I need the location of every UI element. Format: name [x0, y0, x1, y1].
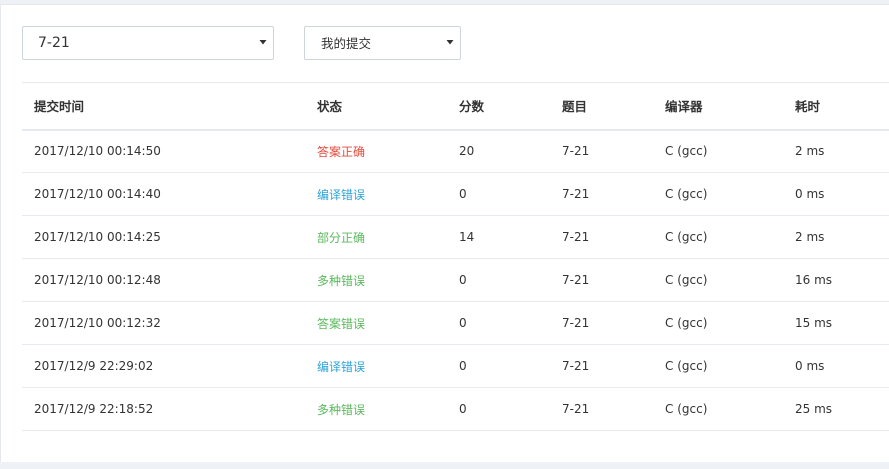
submission-time: 2017/12/9 22:18:52	[34, 402, 154, 416]
submission-time: 2017/12/10 00:14:25	[34, 230, 161, 244]
problem-link[interactable]: 7-21	[550, 216, 653, 259]
submission-compiler: C (gcc)	[665, 402, 708, 416]
submission-time: 2017/12/10 00:14:40	[34, 187, 161, 201]
submissions-table: 提交时间 状态 分数 题目 编译器 耗时 2017/12/10 00:14:50…	[22, 82, 889, 431]
submission-elapsed: 2 ms	[795, 144, 825, 159]
submission-score: 0	[459, 402, 467, 416]
submission-time: 2017/12/10 00:14:50	[34, 144, 161, 159]
column-header-status: 状态	[305, 82, 447, 131]
submission-elapsed: 0 ms	[795, 359, 825, 373]
submission-time: 2017/12/9 22:29:02	[34, 359, 154, 373]
submission-compiler: C (gcc)	[665, 359, 708, 373]
submission-score: 20	[459, 144, 475, 159]
submission-compiler: C (gcc)	[665, 187, 708, 201]
table-row: 2017/12/9 22:18:52 多种错误 0 7-21 C (gcc) 2…	[22, 388, 889, 431]
submission-elapsed: 0 ms	[795, 187, 825, 201]
submission-elapsed: 15 ms	[795, 316, 833, 330]
submission-status[interactable]: 编译错误	[305, 173, 447, 216]
submission-score: 0	[459, 187, 467, 201]
column-header-compiler: 编译器	[653, 82, 783, 131]
problem-link[interactable]: 7-21	[550, 302, 653, 345]
submission-compiler: C (gcc)	[665, 230, 708, 244]
table-row: 2017/12/10 00:14:25 部分正确 14 7-21 C (gcc)…	[22, 216, 889, 259]
problem-link[interactable]: 7-21	[550, 259, 653, 302]
column-header-time: 提交时间	[22, 82, 305, 131]
submission-score: 0	[459, 273, 467, 287]
submission-status[interactable]: 部分正确	[305, 216, 447, 259]
submission-status[interactable]: 多种错误	[305, 388, 447, 431]
submission-elapsed: 2 ms	[795, 230, 825, 244]
chevron-down-icon	[446, 40, 454, 45]
problem-link[interactable]: 7-21	[550, 130, 653, 173]
table-row: 2017/12/10 00:14:50 答案正确 20 7-21 C (gcc)…	[22, 130, 889, 173]
table-header-row: 提交时间 状态 分数 题目 编译器 耗时	[22, 82, 889, 131]
chevron-down-icon	[259, 40, 267, 45]
submission-status[interactable]: 答案正确	[305, 130, 447, 173]
column-header-elapsed: 耗时	[783, 82, 889, 131]
column-header-problem: 题目	[550, 82, 653, 131]
problem-filter-select[interactable]: 7-21	[22, 26, 274, 60]
table-row: 2017/12/9 22:29:02 编译错误 0 7-21 C (gcc) 0…	[22, 345, 889, 388]
submissions-panel: 7-21 我的提交 提交时间 状态 分数 题目 编译器 耗时 2017/12/1…	[0, 4, 889, 462]
submission-scope-select[interactable]: 我的提交	[304, 26, 461, 60]
column-header-score: 分数	[447, 82, 550, 131]
table-row: 2017/12/10 00:12:48 多种错误 0 7-21 C (gcc) …	[22, 259, 889, 302]
submission-elapsed: 25 ms	[795, 402, 833, 416]
submission-elapsed: 16 ms	[795, 273, 833, 287]
submission-status[interactable]: 答案错误	[305, 302, 447, 345]
submission-compiler: C (gcc)	[665, 316, 708, 330]
problem-link[interactable]: 7-21	[550, 173, 653, 216]
submission-status[interactable]: 编译错误	[305, 345, 447, 388]
submission-score: 0	[459, 359, 467, 373]
submission-status[interactable]: 多种错误	[305, 259, 447, 302]
submission-compiler: C (gcc)	[665, 144, 708, 159]
submission-time: 2017/12/10 00:12:32	[34, 316, 161, 330]
problem-filter-value: 7-21	[38, 35, 70, 51]
submission-score: 0	[459, 316, 467, 330]
table-row: 2017/12/10 00:12:32 答案错误 0 7-21 C (gcc) …	[22, 302, 889, 345]
problem-link[interactable]: 7-21	[550, 345, 653, 388]
submission-compiler: C (gcc)	[665, 273, 708, 287]
submission-time: 2017/12/10 00:12:48	[34, 273, 161, 287]
submission-scope-value: 我的提交	[321, 36, 372, 51]
problem-link[interactable]: 7-21	[550, 388, 653, 431]
table-row: 2017/12/10 00:14:40 编译错误 0 7-21 C (gcc) …	[22, 173, 889, 216]
submission-score: 14	[459, 230, 475, 244]
